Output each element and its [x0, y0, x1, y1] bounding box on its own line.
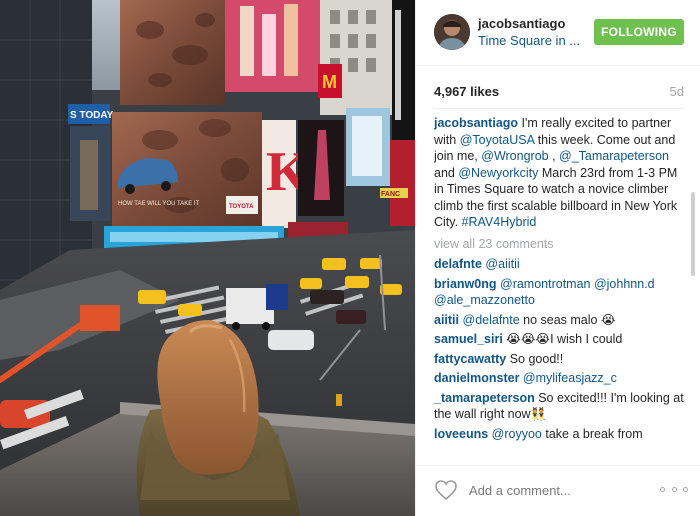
profile-photo-icon [434, 14, 470, 50]
mention-link[interactable]: @royyoo [492, 427, 542, 441]
post-username[interactable]: jacobsantiago [478, 16, 565, 31]
comments-list[interactable]: jacobsantiago I'm really excited to part… [434, 115, 686, 462]
caption-text: and [434, 165, 459, 180]
instagram-post: S TODAY M HOW TAE WILL YOU TAKE IT TOYOT… [0, 0, 700, 516]
times-square-scene: S TODAY M HOW TAE WILL YOU TAKE IT TOYOT… [0, 0, 415, 516]
meta-divider [434, 108, 684, 109]
comments-scrollbar[interactable] [691, 192, 695, 276]
comment-item: fattycawatty So good!! [434, 351, 686, 368]
dot-icon [683, 486, 688, 492]
post-side-panel: jacobsantiago Time Square in ... FOLLOWI… [415, 0, 700, 516]
heart-outline-icon[interactable] [434, 479, 458, 501]
add-comment-input[interactable] [469, 480, 639, 500]
comment-username[interactable]: samuel_siri [434, 332, 503, 346]
comment-item: aiitii @delafnte no seas malo 😭 [434, 312, 686, 329]
fanc-sign-text: FANC [381, 191, 400, 198]
toyota-brand-text: TOYOTA [229, 204, 254, 210]
comment-username[interactable]: _tamarapeterson [434, 391, 535, 405]
mention-link[interactable]: @Wrongrob [481, 149, 548, 163]
mention-link[interactable]: @_Tamarapeterson [559, 149, 669, 163]
comment-username[interactable]: fattycawatty [434, 352, 506, 366]
billboard-caption-text: HOW TAE WILL YOU TAKE IT [118, 201, 200, 207]
comment-username[interactable]: brianw0ng [434, 277, 497, 291]
mention-link[interactable]: @Newyorkcity [458, 166, 538, 180]
comment-item: danielmonster @mylifeasjazz_c [434, 370, 686, 387]
comment-text: no seas malo 😭 [519, 312, 616, 327]
mention-link[interactable]: @aiitii [485, 257, 519, 271]
likes-count[interactable]: 4,967 likes [434, 84, 499, 99]
comment-text: 😭😭😭I wish I could [502, 332, 623, 346]
comment-username[interactable]: loveeuns [434, 427, 488, 441]
dot-icon [671, 486, 677, 492]
more-options-icon[interactable] [660, 479, 688, 499]
mention-link[interactable]: @delafnte [463, 313, 520, 327]
caption-text: , [548, 149, 560, 163]
comment-text: take a break from [541, 426, 643, 441]
avatar[interactable] [434, 14, 470, 50]
post-meta: 4,967 likes 5d [434, 84, 684, 100]
mention-link[interactable]: @mylifeasjazz_c [523, 371, 617, 385]
caption: jacobsantiago I'm really excited to part… [434, 115, 686, 231]
comment-item: delafnte @aiitii [434, 256, 686, 273]
caption-username[interactable]: jacobsantiago [434, 116, 518, 130]
mcdonalds-sign-text: M [322, 72, 337, 92]
post-header: jacobsantiago Time Square in ... FOLLOWI… [416, 0, 700, 66]
view-all-comments-link[interactable]: view all 23 comments [434, 236, 686, 253]
comment-username[interactable]: danielmonster [434, 371, 519, 385]
hashtag-link[interactable]: #RAV4Hybrid [462, 215, 537, 229]
comment-item: brianw0ng @ramontrotman @johhnn.d @ale_m… [434, 276, 686, 309]
comment-item: _tamarapeterson So excited!!! I'm lookin… [434, 390, 686, 423]
comment-username[interactable]: delafnte [434, 257, 482, 271]
post-footer [416, 465, 700, 516]
today-sign-text: S TODAY [70, 110, 114, 121]
post-location[interactable]: Time Square in ... [478, 33, 580, 48]
comment-text: So good!! [506, 351, 564, 366]
mention-link[interactable]: @ToyotaUSA [460, 133, 535, 147]
comment-item: loveeuns @royyoo take a break from [434, 426, 686, 443]
comment-username[interactable]: aiitii [434, 313, 459, 327]
dot-icon [660, 486, 665, 492]
comment-item: samuel_siri 😭😭😭I wish I could [434, 331, 686, 348]
post-photo[interactable]: S TODAY M HOW TAE WILL YOU TAKE IT TOYOT… [0, 0, 415, 516]
following-button[interactable]: FOLLOWING [594, 19, 684, 45]
post-timestamp[interactable]: 5d [670, 84, 684, 99]
